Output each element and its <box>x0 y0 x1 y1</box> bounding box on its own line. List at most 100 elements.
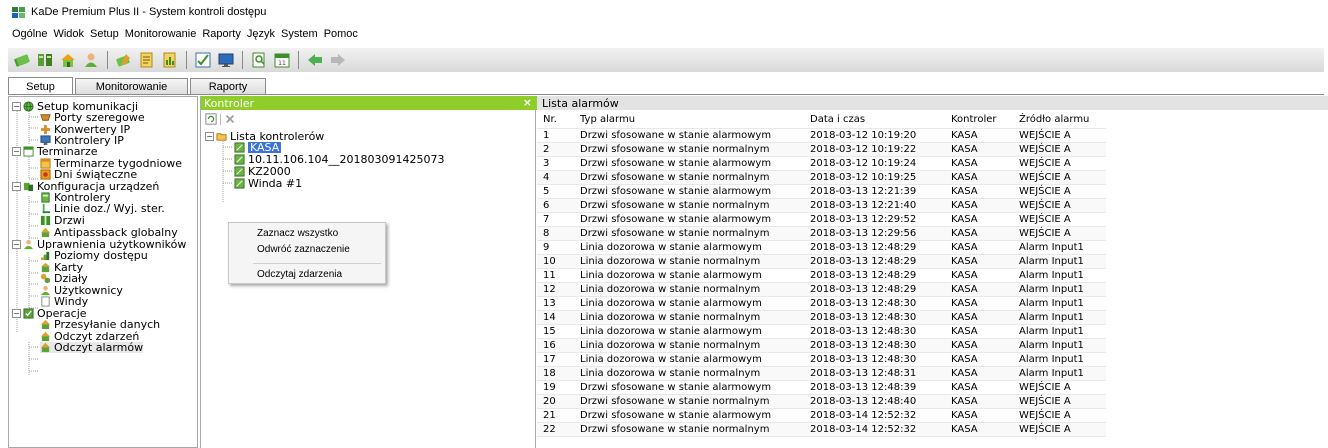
tree-node-porty-szeregowe[interactable]: Porty szeregowe <box>40 112 145 123</box>
close-icon[interactable]: × <box>523 96 532 109</box>
document-icon[interactable] <box>137 50 157 70</box>
arrow-left-icon[interactable] <box>305 50 325 70</box>
table-row[interactable]: 4 Drzwi sfosowane w stanie normalnym 2018-… <box>537 170 1106 185</box>
monitor-icon[interactable] <box>216 50 236 70</box>
tree-node-drzwi[interactable]: Drzwi <box>40 215 85 226</box>
table-row[interactable]: 21 Drzwi sfosowane w stanie alarmowym 2018… <box>537 408 1106 423</box>
column-header-kontroler[interactable]: Kontroler <box>945 112 1013 129</box>
tree-node-ip-controller[interactable]: 10.11.106.104__201803091425073 <box>234 154 444 165</box>
cell-zrodlo: Alarm Input1 <box>1013 254 1106 269</box>
cell-zrodlo: Alarm Input1 <box>1013 310 1106 325</box>
cell-typ-alarmu: Linia dozorowa w stanie alarmowym <box>574 324 804 339</box>
cell-zrodlo: WEJŚCIE A <box>1013 198 1106 213</box>
tab-raporty[interactable]: Raporty <box>190 78 266 95</box>
menu-setup[interactable]: Setup <box>90 28 119 40</box>
main-tabs: Setup Monitorowanie Raporty <box>8 77 268 95</box>
schedule-icon <box>23 146 34 157</box>
table-row[interactable]: 20 Drzwi sfosowane w stanie normalnym 2018… <box>537 394 1106 409</box>
table-row[interactable]: 12 Linia dozorowa w stanie normalnym 2018-… <box>537 282 1106 297</box>
menu-item-invert-selection[interactable]: Odwróć zaznaczenie <box>257 242 350 256</box>
delete-icon[interactable] <box>224 113 236 125</box>
home-icon[interactable] <box>58 50 78 70</box>
table-row[interactable]: 3 Drzwi sfosowane w stanie alarmowym 2018-… <box>537 156 1106 171</box>
arrow-right-icon[interactable] <box>328 50 348 70</box>
collapse-icon[interactable]: − <box>12 240 21 249</box>
menu-jezyk[interactable]: Język <box>247 28 275 40</box>
table-row[interactable]: 15 Linia dozorowa w stanie alarmowym 2018-… <box>537 324 1106 339</box>
menu-ogolne[interactable]: Ogólne <box>12 28 47 40</box>
menu-monitorowanie[interactable]: Monitorowanie <box>125 28 197 40</box>
table-row[interactable]: 16 Linia dozorowa w stanie normalnym 2018-… <box>537 338 1106 353</box>
cell-zrodlo: Alarm Input1 <box>1013 282 1106 297</box>
table-row[interactable]: 11 Linia dozorowa w stanie alarmowym 2018-… <box>537 268 1106 283</box>
menu-widok[interactable]: Widok <box>53 28 84 40</box>
tree-node-winda[interactable]: Winda #1 <box>234 178 302 189</box>
controllers-icon[interactable] <box>35 50 55 70</box>
user-icon[interactable] <box>81 50 101 70</box>
column-header-typ[interactable]: Typ alarmu <box>574 112 804 129</box>
cell-nr: 22 <box>537 422 574 437</box>
report-icon[interactable] <box>160 50 180 70</box>
tree-node-dni-swiateczne[interactable]: Dni świąteczne <box>40 169 137 180</box>
table-row[interactable]: 2 Drzwi sfosowane w stanie normalnym 2018-… <box>537 142 1106 157</box>
cell-nr: 19 <box>537 380 574 395</box>
cell-zrodlo: WEJŚCIE A <box>1013 128 1106 143</box>
table-row[interactable]: 7 Drzwi sfosowane w stanie alarmowym 2018-… <box>537 212 1106 227</box>
collapse-icon[interactable]: − <box>205 132 214 141</box>
checklist-icon[interactable] <box>193 50 213 70</box>
table-row[interactable]: 1 Drzwi sfosowane w stanie alarmowym 2018-… <box>537 128 1106 143</box>
menu-system[interactable]: System <box>281 28 318 40</box>
tree-node-terminarze[interactable]: − Terminarze <box>12 146 98 157</box>
tree-node-przesylanie-danych[interactable]: Przesyłanie danych <box>40 319 160 330</box>
table-row[interactable]: 8 Drzwi sfosowane w stanie normalnym 2018-… <box>537 226 1106 241</box>
table-row[interactable]: 22 Drzwi sfosowane w stanie normalnym 2018… <box>537 422 1106 437</box>
tree-node-kasa[interactable]: KASA <box>234 142 282 153</box>
table-row[interactable]: 6 Drzwi sfosowane w stanie normalnym 2018-… <box>537 198 1106 213</box>
tab-setup[interactable]: Setup <box>8 77 73 95</box>
collapse-icon[interactable]: − <box>12 309 21 318</box>
cell-zrodlo: WEJŚCIE A <box>1013 184 1106 199</box>
tree-node-poziomy-dostepu[interactable]: Poziomy dostępu <box>40 250 148 261</box>
column-header-data[interactable]: Data i czas <box>804 112 945 129</box>
calendar-icon[interactable]: 11 <box>272 50 292 70</box>
search-document-icon[interactable] <box>249 50 269 70</box>
cell-nr: 7 <box>537 212 574 227</box>
table-row[interactable]: 13 Linia dozorowa w stanie alarmowym 2018-… <box>537 296 1106 311</box>
tree-node-antipassback[interactable]: Antipassback globalny <box>40 227 178 238</box>
menu-item-read-events[interactable]: Odczytaj zdarzenia <box>257 267 342 281</box>
menu-raporty[interactable]: Raporty <box>202 28 241 40</box>
menu-separator <box>253 263 381 264</box>
column-header-zrodlo[interactable]: Źródło alarmu <box>1013 112 1106 129</box>
menu-pomoc[interactable]: Pomoc <box>324 28 358 40</box>
cell-nr: 14 <box>537 310 574 325</box>
window-title: KaDe Premium Plus II - System kontroli d… <box>31 6 267 18</box>
cell-typ-alarmu: Drzwi sfosowane w stanie alarmowym <box>574 380 804 395</box>
cell-kontroler: KASA <box>945 366 1013 381</box>
cards-edit-icon[interactable] <box>114 50 134 70</box>
tree-node-kz2000[interactable]: KZ2000 <box>234 166 291 177</box>
table-row[interactable]: 10 Linia dozorowa w stanie normalnym 2018-… <box>537 254 1106 269</box>
cell-kontroler: KASA <box>945 240 1013 255</box>
cell-nr: 9 <box>537 240 574 255</box>
table-row[interactable]: 17 Linia dozorowa w stanie alarmowym 2018-… <box>537 352 1106 367</box>
table-row[interactable]: 19 Drzwi sfosowane w stanie alarmowym 2018… <box>537 380 1106 395</box>
refresh-icon[interactable] <box>205 113 217 125</box>
tree-node-windy[interactable]: Windy <box>40 296 88 307</box>
collapse-icon[interactable]: − <box>12 102 21 111</box>
table-row[interactable]: 9 Linia dozorowa w stanie alarmowym 2018-0… <box>537 240 1106 255</box>
collapse-icon[interactable]: − <box>12 147 21 156</box>
column-header-nr[interactable]: Nr. <box>537 112 574 129</box>
table-row[interactable]: 5 Drzwi sfosowane w stanie alarmowym 2018-… <box>537 184 1106 199</box>
tree-node-linie-doz[interactable]: Linie doz./ Wyj. ster. <box>40 203 165 214</box>
cell-nr: 18 <box>537 366 574 381</box>
tree-node-odczyt-alarmow[interactable]: Odczyt alarmów <box>40 342 144 353</box>
collapse-icon[interactable]: − <box>12 182 21 191</box>
tree-node-dzialy[interactable]: Działy <box>40 273 88 284</box>
cell-nr: 12 <box>537 282 574 297</box>
menu-item-select-all[interactable]: Zaznacz wszystko <box>257 226 338 240</box>
table-row[interactable]: 18 Linia dozorowa w stanie normalnym 2018-… <box>537 366 1106 381</box>
cell-data-czas: 2018-03-13 12:21:40 <box>804 198 945 213</box>
table-row[interactable]: 14 Linia dozorowa w stanie normalnym 2018-… <box>537 310 1106 325</box>
cards-icon[interactable] <box>12 50 32 70</box>
tab-monitorowanie[interactable]: Monitorowanie <box>75 78 188 95</box>
